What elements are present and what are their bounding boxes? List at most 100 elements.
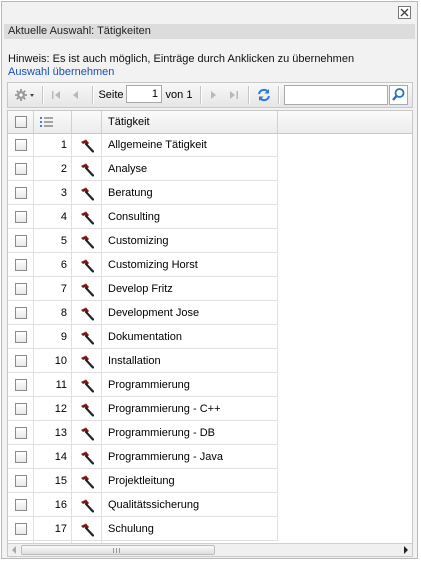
hammer-icon [81,379,94,393]
scrollbar-thumb[interactable] [21,545,215,555]
hammer-icon [81,163,94,177]
row-checkbox-cell [8,470,34,493]
row-icon-cell [72,350,102,373]
scroll-right-icon [404,546,408,554]
row-number: 8 [34,302,72,325]
row-icon-cell [72,158,102,181]
close-button[interactable] [398,6,411,19]
page-count-label: von 1 [165,89,193,101]
refresh-icon [258,88,270,102]
row-number: 13 [34,422,72,445]
column-header-activity[interactable]: Tätigkeit [102,111,278,133]
row-activity-name: Develop Fritz [102,278,278,301]
search-button[interactable] [389,85,408,105]
row-checkbox[interactable] [15,331,27,343]
row-checkbox-cell [8,326,34,349]
table-row[interactable]: 1 Allgemeine Tätigkeit [8,134,412,158]
row-activity-name: Development Jose [102,302,278,325]
row-checkbox[interactable] [15,475,27,487]
row-number: 2 [34,158,72,181]
table-row[interactable]: 6 Customizing Horst [8,254,412,278]
last-page-button[interactable] [226,83,242,107]
scroll-left-button[interactable] [8,544,20,556]
row-icon-cell [72,302,102,325]
row-checkbox-cell [8,446,34,469]
row-checkbox[interactable] [15,187,27,199]
row-checkbox[interactable] [15,139,27,151]
row-checkbox-cell [8,230,34,253]
row-number: 7 [34,278,72,301]
row-number-header[interactable] [34,111,72,133]
prev-page-button[interactable] [68,83,84,107]
row-number: 3 [34,182,72,205]
row-checkbox[interactable] [15,283,27,295]
hammer-icon [81,307,94,321]
row-checkbox[interactable] [15,451,27,463]
next-page-button[interactable] [205,83,221,107]
row-icon-cell [72,206,102,229]
table-row[interactable]: 16 Qualitätssicherung [8,494,412,518]
row-checkbox-cell [8,302,34,325]
row-number: 14 [34,446,72,469]
row-number: 17 [34,518,72,541]
table-row[interactable]: 7 Develop Fritz [8,278,412,302]
row-checkbox[interactable] [15,499,27,511]
table-row[interactable]: 3 Beratung [8,182,412,206]
table-row[interactable]: 17 Schulung [8,518,412,542]
table-row[interactable]: 2 Analyse [8,158,412,182]
row-checkbox[interactable] [15,163,27,175]
page-label: Seite [98,89,124,101]
row-checkbox[interactable] [15,259,27,271]
row-number: 6 [34,254,72,277]
prev-page-icon [73,91,78,99]
row-icon-cell [72,134,102,157]
table-row[interactable]: 10 Installation [8,350,412,374]
row-checkbox[interactable] [15,427,27,439]
hammer-icon [81,451,94,465]
refresh-button[interactable] [254,83,274,107]
row-checkbox[interactable] [15,403,27,415]
table-row[interactable]: 14 Programmierung - Java [8,446,412,470]
hammer-icon [81,235,94,249]
row-checkbox[interactable] [15,355,27,367]
table-row[interactable]: 13 Programmierung - DB [8,422,412,446]
scroll-right-button[interactable] [400,544,412,556]
row-checkbox-cell [8,134,34,157]
row-activity-name: Consulting [102,206,278,229]
row-activity-name: Allgemeine Tätigkeit [102,134,278,157]
row-activity-name: Projektleitung [102,470,278,493]
selection-label: Aktuelle Auswahl: Tätigkeiten [4,24,415,39]
apply-selection-link[interactable]: Auswahl übernehmen [8,66,114,78]
table-row[interactable]: 15 Projektleitung [8,470,412,494]
table-row[interactable]: 8 Development Jose [8,302,412,326]
row-checkbox[interactable] [15,211,27,223]
search-input[interactable] [284,85,388,105]
row-checkbox-cell [8,158,34,181]
horizontal-scrollbar[interactable] [8,543,412,556]
row-checkbox[interactable] [15,307,27,319]
row-checkbox[interactable] [15,235,27,247]
row-icon-cell [72,254,102,277]
table-row[interactable]: 9 Dokumentation [8,326,412,350]
hammer-icon [81,355,94,369]
select-all-checkbox[interactable] [15,116,27,128]
page-number-input[interactable] [126,85,162,103]
row-icon-cell [72,374,102,397]
row-checkbox[interactable] [15,379,27,391]
table-row[interactable]: 11 Programmierung [8,374,412,398]
row-activity-name: Customizing [102,230,278,253]
table-row[interactable]: 4 Consulting [8,206,412,230]
row-activity-name: Analyse [102,158,278,181]
row-checkbox-cell [8,494,34,517]
table-row[interactable]: 5 Customizing [8,230,412,254]
row-number: 5 [34,230,72,253]
row-icon-cell [72,494,102,517]
row-checkbox-cell [8,518,34,541]
first-page-button[interactable] [48,83,64,107]
row-activity-name: Programmierung - Java [102,446,278,469]
row-checkbox-cell [8,398,34,421]
settings-menu-button[interactable] [12,83,38,107]
row-checkbox[interactable] [15,523,27,535]
first-page-icon [52,91,60,99]
table-row[interactable]: 12 Programmierung - C++ [8,398,412,422]
